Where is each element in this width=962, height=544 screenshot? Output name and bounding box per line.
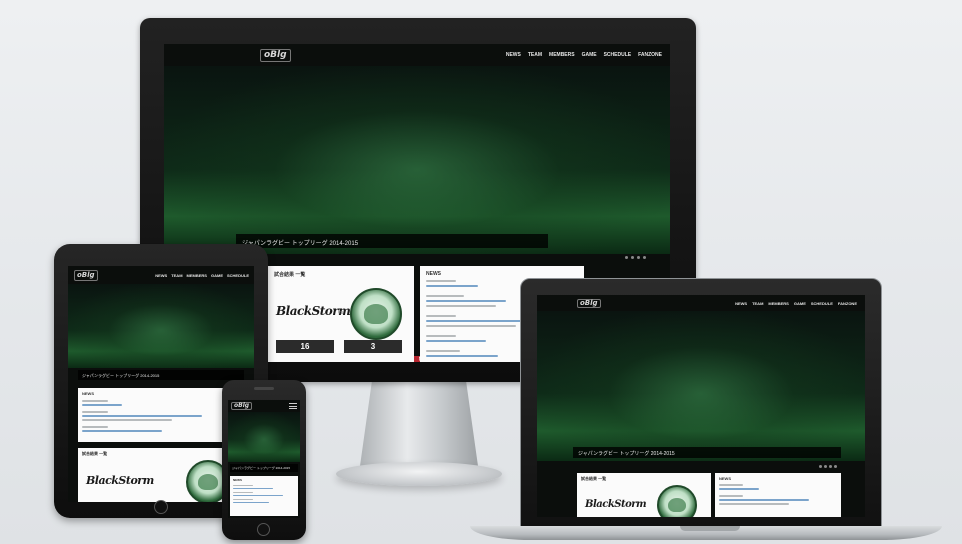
- macbook-logo[interactable]: oBlg: [577, 298, 601, 308]
- ipad-home-team-name: BlackStorm: [86, 474, 154, 487]
- nav-item-game[interactable]: GAME: [582, 52, 597, 58]
- nav-item-members[interactable]: MEMBERS: [549, 52, 575, 58]
- hero-caption[interactable]: ジャパンラグビー トップリーグ 2014-2015: [236, 234, 548, 248]
- match-label: 試合結果 一覧: [274, 272, 306, 278]
- macbook-opponent-emblem: [657, 485, 697, 517]
- ipad-home-button[interactable]: [154, 500, 168, 514]
- iphone-team-photo: [234, 422, 294, 439]
- team-photo: [236, 100, 548, 221]
- ipad-nav-game[interactable]: GAME: [211, 273, 223, 278]
- imac-menu: NEWS TEAM MEMBERS GAME SCHEDULE FANZONE: [506, 52, 662, 58]
- macbook-news-label: NEWS: [719, 476, 731, 481]
- mb-nav-team[interactable]: TEAM: [752, 301, 763, 306]
- macbook-menu: NEWS TEAM MEMBERS GAME SCHEDULE FANZONE: [735, 301, 857, 306]
- macbook-opening-notch: [680, 526, 740, 531]
- macbook-match-label: 試合結果 一覧: [581, 476, 607, 481]
- macbook-match-card: 試合結果 一覧 BlackStorm: [577, 473, 711, 517]
- macbook-team-photo: [581, 329, 821, 425]
- opponent-emblem: [350, 288, 402, 340]
- macbook-news-card: NEWS: [715, 473, 841, 517]
- mb-nav-schedule[interactable]: SCHEDULE: [811, 301, 833, 306]
- logo[interactable]: oBlg: [260, 48, 291, 62]
- iphone-news-card: NEWS: [230, 476, 298, 516]
- slider-dots[interactable]: [625, 256, 646, 259]
- ipad-nav-members[interactable]: MEMBERS: [187, 273, 207, 278]
- iphone-news-list: [233, 485, 293, 503]
- macbook-news-list: [719, 484, 829, 505]
- iphone-nav: oBlg: [228, 400, 300, 412]
- ipad-team-photo: [88, 292, 234, 339]
- macbook-slider-dots[interactable]: [819, 465, 837, 468]
- vs-label: vs: [338, 310, 343, 316]
- iphone-news-label: NEWS: [233, 478, 242, 482]
- ipad-nav-schedule[interactable]: SCHEDULE: [227, 273, 249, 278]
- iphone-hero-caption[interactable]: ジャパンラグビー トップリーグ 2014-2015: [230, 464, 298, 472]
- iphone-device: oBlg ジャパンラグビー トップリーグ 2014-2015 NEWS: [222, 380, 306, 540]
- match-card: 試合結果 一覧 BlackStorm vs 16 3: [268, 266, 414, 362]
- mb-nav-fanzone[interactable]: FANZONE: [838, 301, 857, 306]
- ipad-news-card: NEWS: [78, 388, 244, 442]
- imac-hero: ジャパンラグビー トップリーグ 2014-2015: [164, 66, 670, 254]
- macbook-device: oBlg NEWS TEAM MEMBERS GAME SCHEDULE FAN…: [520, 278, 882, 528]
- mb-nav-news[interactable]: NEWS: [735, 301, 747, 306]
- imac-foot: [336, 462, 502, 486]
- nav-item-schedule[interactable]: SCHEDULE: [604, 52, 632, 58]
- news-label: NEWS: [426, 271, 441, 277]
- ipad-news-label: NEWS: [82, 391, 94, 396]
- mb-nav-members[interactable]: MEMBERS: [768, 301, 788, 306]
- iphone-speaker: [254, 387, 274, 390]
- iphone-screen: oBlg ジャパンラグビー トップリーグ 2014-2015 NEWS: [228, 400, 300, 518]
- nav-item-news[interactable]: NEWS: [506, 52, 521, 58]
- ipad-hero: [68, 284, 254, 368]
- imac-nav: oBlg NEWS TEAM MEMBERS GAME SCHEDULE FAN…: [164, 44, 670, 66]
- macbook-screen: oBlg NEWS TEAM MEMBERS GAME SCHEDULE FAN…: [537, 295, 865, 517]
- ipad-nav-team[interactable]: TEAM: [171, 273, 182, 278]
- ipad-hero-caption[interactable]: ジャパンラグビー トップリーグ 2014-2015: [78, 370, 244, 380]
- ipad-nav-news[interactable]: NEWS: [155, 273, 167, 278]
- macbook-hero-caption[interactable]: ジャパンラグビー トップリーグ 2014-2015: [573, 447, 841, 458]
- away-score: 3: [344, 340, 402, 353]
- ipad-news-list: [82, 400, 232, 432]
- ipad-nav: oBlg NEWS TEAM MEMBERS GAME SCHEDULE: [68, 266, 254, 284]
- menu-icon[interactable]: [289, 403, 297, 409]
- ipad-match-label: 試合結果 一覧: [82, 451, 108, 456]
- nav-item-fanzone[interactable]: FANZONE: [638, 52, 662, 58]
- iphone-home-button[interactable]: [257, 523, 270, 536]
- macbook-hero: [537, 311, 865, 461]
- ipad-match-card: 試合結果 一覧 BlackStorm: [78, 448, 244, 502]
- iphone-hero: [228, 412, 300, 462]
- nav-item-team[interactable]: TEAM: [528, 52, 542, 58]
- ipad-logo[interactable]: oBlg: [74, 269, 98, 281]
- macbook-nav: oBlg NEWS TEAM MEMBERS GAME SCHEDULE FAN…: [537, 295, 865, 311]
- iphone-logo[interactable]: oBlg: [231, 402, 253, 410]
- imac-stand: [360, 382, 478, 466]
- macbook-home-team-name: BlackStorm: [585, 499, 647, 510]
- ipad-menu: NEWS TEAM MEMBERS GAME SCHEDULE: [155, 273, 249, 278]
- mb-nav-game[interactable]: GAME: [794, 301, 806, 306]
- home-score: 16: [276, 340, 334, 353]
